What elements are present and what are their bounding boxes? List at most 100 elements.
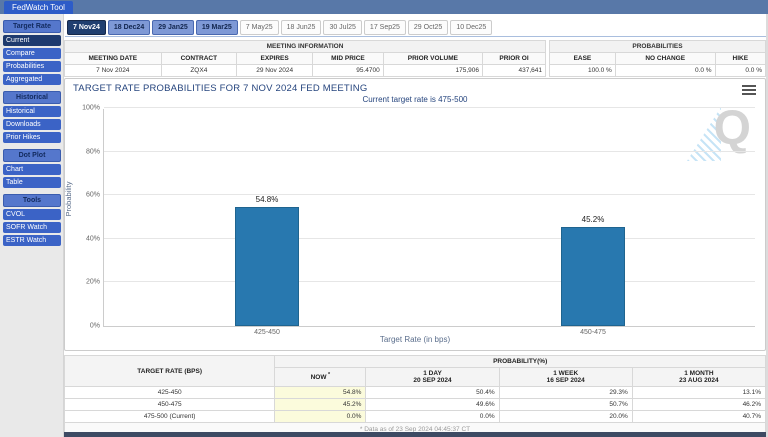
x-axis-title: Target Rate (in bps) xyxy=(379,335,451,344)
tab-18-jun25[interactable]: 18 Jun25 xyxy=(280,20,322,35)
tab-19-mar25[interactable]: 19 Mar25 xyxy=(195,20,238,35)
bar-value-label: 45.2% xyxy=(581,215,605,225)
month-cell: 40.7% xyxy=(631,410,767,423)
now-cell: 54.8% xyxy=(274,386,367,399)
fedwatch-app: FedWatch Tool Target Rate Current Compare P… xyxy=(0,0,768,437)
day-cell: 50.4% xyxy=(365,386,500,399)
period-header-1-week: 1 WEEK 16 SEP 2024 xyxy=(498,367,633,387)
meeting-info-value-meeting-date: 7 Nov 2024 xyxy=(64,64,162,77)
meeting-info-table: MEETING INFORMATION MEETING DATE CONTRACT E… xyxy=(64,40,546,77)
meeting-info-col-prior-oi: PRIOR OI xyxy=(482,52,546,65)
sidebar-item-prior-hikes[interactable]: Prior Hikes xyxy=(3,132,61,143)
bar-value-label: 54.8% xyxy=(255,194,279,204)
tab-18-dec24[interactable]: 18 Dec24 xyxy=(107,20,151,35)
probability-table: TARGET RATE (BPS) PROBABILITY(%) NOW * 1 DA… xyxy=(63,355,767,437)
meeting-info-body: MEETING INFORMATION MEETING DATE CONTRACT E… xyxy=(64,40,546,77)
chart-title: TARGET RATE PROBABILITIES FOR 7 NOV 2024… xyxy=(73,83,368,94)
y-tick-label: 100% xyxy=(82,104,100,112)
y-tick-label: 40% xyxy=(85,235,100,243)
sidebar-item-table[interactable]: Table xyxy=(3,177,61,188)
probability-table-body: TARGET RATE (BPS) PROBABILITY(%) NOW * 1 DA… xyxy=(63,355,767,437)
tab-30-jul25[interactable]: 30 Jul25 xyxy=(323,20,362,35)
app-title-tab[interactable]: FedWatch Tool xyxy=(4,1,73,14)
meeting-info-col-mid-price: MID PRICE xyxy=(312,52,384,65)
sidebar-item-probabilities[interactable]: Probabilities xyxy=(3,61,61,72)
day-cell: 49.6% xyxy=(365,398,500,411)
month-cell: 46.2% xyxy=(631,398,767,411)
sidebar-item-downloads[interactable]: Downloads xyxy=(3,119,61,130)
period-date: 23 AUG 2024 xyxy=(679,377,719,384)
meeting-info-col-contract: CONTRACT xyxy=(160,52,238,65)
sidebar-item-estr-watch[interactable]: ESTR Watch xyxy=(3,235,61,246)
tab-7-nov24[interactable]: 7 Nov24 xyxy=(67,20,106,35)
plot-area: 0% 20% 40% 60% 80% 100% 54.8% 425-450 45.2% 450-4… xyxy=(82,105,755,336)
top-bar: FedWatch Tool xyxy=(0,0,768,14)
prob-summary-title: PROBABILITIES xyxy=(549,40,766,53)
chart-subtitle: Current target rate is 475-500 xyxy=(362,95,468,104)
now-cell: 45.2% xyxy=(274,398,367,411)
tab-29-jan25[interactable]: 29 Jan25 xyxy=(152,20,194,35)
gridline xyxy=(104,194,755,196)
tab-29-oct25[interactable]: 29 Oct25 xyxy=(407,20,449,35)
meeting-info-value-prior-volume: 175,906 xyxy=(382,64,484,77)
chart-panel: TARGET RATE PROBABILITIES FOR 7 NOV 2024… xyxy=(64,78,766,351)
now-header: NOW * xyxy=(274,367,367,387)
sidebar-item-cvol[interactable]: CVOL xyxy=(3,209,61,220)
section-header-tools: Tools xyxy=(3,194,61,207)
table-row: 425-450 54.8% 50.4% 29.3% 13.1% xyxy=(63,386,767,399)
rate-header: TARGET RATE (BPS) xyxy=(63,355,276,387)
probabilities-summary-table: PROBABILITIES EASE NO CHANGE HIKE 100.0 % 0.0… xyxy=(549,40,767,77)
tab-17-sep25[interactable]: 17 Sep25 xyxy=(363,20,406,35)
probabilities-summary-body: PROBABILITIES EASE NO CHANGE HIKE 100.0 % 0.0… xyxy=(549,40,767,77)
bar-425-450[interactable] xyxy=(235,206,299,326)
week-cell: 29.3% xyxy=(498,386,633,399)
y-axis-title: Probability xyxy=(64,181,73,217)
meeting-info-value-expires: 29 Nov 2024 xyxy=(236,64,314,77)
sidebar-item-sofr-watch[interactable]: SOFR Watch xyxy=(3,222,61,233)
sidebar-item-current[interactable]: Current xyxy=(3,35,61,46)
y-tick-label: 80% xyxy=(85,148,100,156)
section-header-historical: Historical xyxy=(3,91,61,104)
prob-summary-col-no-change: NO CHANGE xyxy=(614,52,716,65)
prob-summary-value-ease: 100.0 % xyxy=(549,64,616,77)
prob-summary-col-hike: HIKE xyxy=(714,52,767,65)
tab-10-dec25[interactable]: 10 Dec25 xyxy=(450,20,493,35)
period-date: 20 SEP 2024 xyxy=(413,377,452,384)
gridline xyxy=(104,237,755,239)
y-tick-label: 60% xyxy=(85,191,100,199)
rate-cell: 425-450 xyxy=(63,386,276,399)
now-cell: 0.0% xyxy=(274,410,367,423)
period-header-1-day: 1 DAY 20 SEP 2024 xyxy=(365,367,500,387)
sidebar-item-aggregated[interactable]: Aggregated xyxy=(3,74,61,85)
tab-7-may25[interactable]: 7 May25 xyxy=(239,20,279,35)
day-cell: 0.0% xyxy=(365,410,500,423)
week-cell: 50.7% xyxy=(498,398,633,411)
sidebar-item-compare[interactable]: Compare xyxy=(3,48,61,59)
sidebar: Target Rate Current Compare Probabilities Ag… xyxy=(3,20,61,246)
section-header-target-rate: Target Rate xyxy=(3,20,61,33)
bar-450-475[interactable] xyxy=(561,227,625,326)
y-tick-label: 0% xyxy=(89,322,100,330)
meeting-info-title: MEETING INFORMATION xyxy=(64,40,546,53)
week-cell: 20.0% xyxy=(498,410,633,423)
gridline xyxy=(104,281,755,283)
y-tick-label: 20% xyxy=(85,278,100,286)
tab-strip: 7 Nov24 18 Dec24 29 Jan25 19 Mar25 7 May25 18… xyxy=(65,20,766,37)
month-cell: 13.1% xyxy=(631,386,767,399)
sidebar-item-chart[interactable]: Chart xyxy=(3,164,61,175)
table-row: 475-500 (Current) 0.0% 0.0% 20.0% 40.7% xyxy=(63,410,767,423)
meeting-info-col-meeting-date: MEETING DATE xyxy=(64,52,162,65)
sidebar-item-historical[interactable]: Historical xyxy=(3,106,61,117)
period-date: 16 SEP 2024 xyxy=(546,377,585,384)
probability-group-header: PROBABILITY(%) xyxy=(274,355,766,368)
chart-menu-icon[interactable] xyxy=(742,85,756,96)
rate-cell: 450-475 xyxy=(63,398,276,411)
section-header-dot-plot: Dot Plot xyxy=(3,149,61,162)
period-header-1-month: 1 MONTH 23 AUG 2024 xyxy=(631,367,767,387)
prob-summary-value-hike: 0.0 % xyxy=(714,64,767,77)
meeting-info-col-prior-volume: PRIOR VOLUME xyxy=(382,52,484,65)
table-row: 450-475 45.2% 49.6% 50.7% 46.2% xyxy=(63,398,767,411)
prob-summary-col-ease: EASE xyxy=(549,52,616,65)
prob-summary-value-no-change: 0.0 % xyxy=(614,64,716,77)
horizontal-scrollbar[interactable] xyxy=(64,432,768,437)
